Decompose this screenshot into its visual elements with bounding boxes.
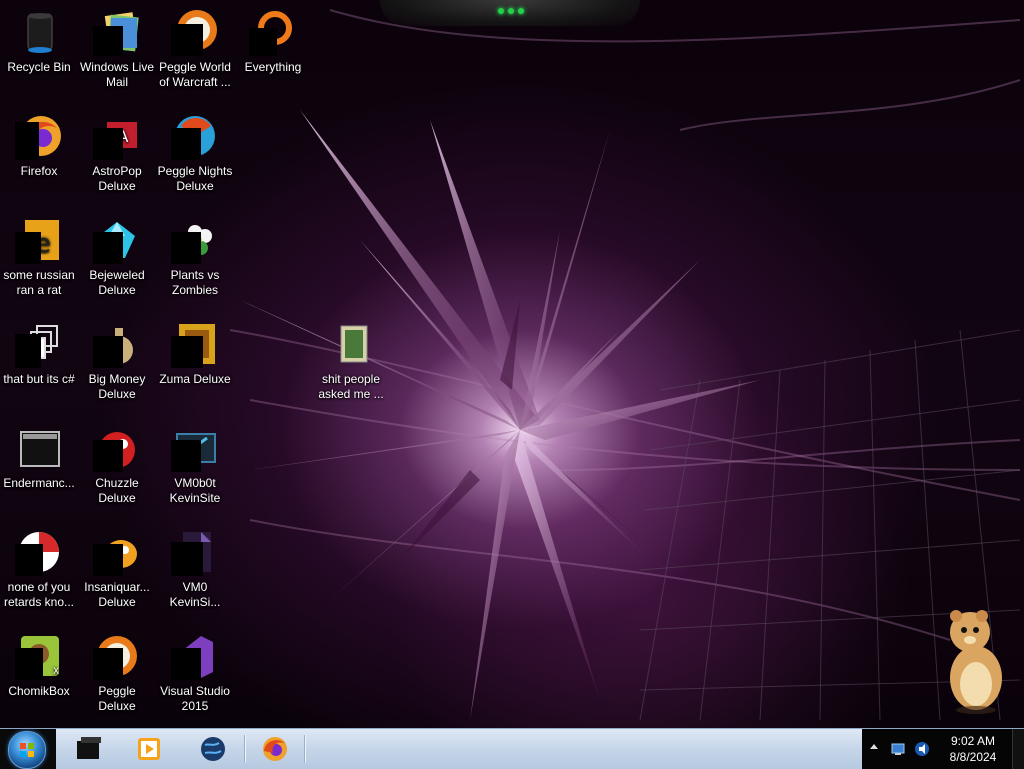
taskbar-separator	[304, 735, 306, 763]
show-desktop-button[interactable]	[1012, 729, 1024, 769]
icon-label: Windows Live Mail	[79, 60, 155, 89]
desktop-icon-endermanch[interactable]: Endermanc...	[0, 420, 78, 520]
zuma-icon	[171, 320, 219, 368]
icon-label: ChomikBox	[8, 684, 70, 698]
icon-label: Chuzzle Deluxe	[95, 476, 139, 505]
search-app-icon	[249, 8, 297, 56]
icon-label: Peggle World of Warcraft ...	[159, 60, 231, 89]
visual-studio-icon	[171, 632, 219, 680]
terminal-icon	[77, 737, 101, 759]
recycle-bin-icon	[15, 8, 63, 56]
icon-label: Peggle Nights Deluxe	[157, 164, 233, 193]
mail-icon	[93, 8, 141, 56]
show-hidden-icons-button[interactable]	[870, 744, 878, 749]
document-icon: e	[15, 216, 63, 264]
desktop-icon-big-money-deluxe[interactable]: Big Money Deluxe	[78, 316, 156, 416]
shortcut-icon	[171, 424, 219, 472]
desktop-icon-peggle-nights-deluxe[interactable]: Peggle Nights Deluxe	[156, 108, 234, 208]
icon-label: Endermanc...	[3, 476, 75, 490]
icon-label: Recycle Bin	[7, 60, 71, 74]
desktop-icon-chomikbox[interactable]: X ChomikBox	[0, 628, 78, 728]
desktop-icon-zuma-deluxe[interactable]: Zuma Deluxe	[156, 316, 234, 416]
desktop-icon-shit-people-asked-me[interactable]: shit people asked me ...	[312, 316, 390, 416]
desktop-icon-peggle-world-of-warcraft[interactable]: Peggle World of Warcraft ...	[156, 4, 234, 104]
globe-icon	[201, 737, 225, 761]
icon-label: Plants vs Zombies	[170, 268, 220, 297]
icon-label: Insaniquar... Deluxe	[84, 580, 150, 609]
taskbar-pinned-globe[interactable]	[186, 732, 240, 766]
desktop-icon-windows-live-mail[interactable]: Windows Live Mail	[78, 4, 156, 104]
desktop-icon-some-russian-ran-a-rat[interactable]: e some russian ran a rat	[0, 212, 78, 312]
icon-label: Firefox	[20, 164, 58, 178]
desktop-icon-firefox[interactable]: Firefox	[0, 108, 78, 208]
windows-logo-icon	[20, 743, 34, 757]
icon-label: Big Money Deluxe	[88, 372, 146, 401]
icon-label: shit people asked me ...	[318, 372, 384, 401]
desktop-icon-plants-vs-zombies[interactable]: Plants vs Zombies	[156, 212, 234, 312]
desktop-icon-astropop-deluxe[interactable]: A AstroPop Deluxe	[78, 108, 156, 208]
taskbar-pinned-terminal[interactable]	[62, 732, 116, 766]
icon-label: some russian ran a rat	[3, 268, 75, 297]
top-gadget-bar	[380, 0, 640, 26]
volume-icon[interactable]	[914, 741, 930, 757]
file-icon	[171, 528, 219, 576]
icon-label: that but its c#	[3, 372, 75, 386]
windows-copy-icon	[15, 320, 63, 368]
desktop-icon-peggle-deluxe[interactable]: Peggle Deluxe	[78, 628, 156, 728]
desktop-icon-everything[interactable]: Everything	[234, 4, 312, 104]
fish-icon	[93, 528, 141, 576]
console-icon	[15, 424, 63, 472]
gem-icon	[93, 216, 141, 264]
network-icon[interactable]	[890, 741, 906, 757]
system-clock[interactable]: 9:02 AM 8/8/2024	[940, 733, 1006, 765]
peggle-icon	[93, 632, 141, 680]
chuzzle-icon	[93, 424, 141, 472]
desktop-icon-recycle-bin[interactable]: Recycle Bin	[0, 4, 78, 104]
clock-time: 9:02 AM	[950, 734, 996, 748]
icon-label: none of you retards kno...	[3, 580, 75, 609]
icon-label: AstroPop Deluxe	[92, 164, 142, 193]
desktop-icon-that-but-its-csharp[interactable]: that but its c#	[0, 316, 78, 416]
taskbar-pinned-media-player[interactable]	[122, 732, 176, 766]
hamster-app-icon: X	[15, 632, 63, 680]
icon-label: VM0 KevinSi...	[169, 580, 221, 609]
taskbar: 9:02 AM 8/8/2024	[0, 728, 1024, 769]
peggle-icon	[171, 8, 219, 56]
desktop-icon-chuzzle-deluxe[interactable]: Chuzzle Deluxe	[78, 420, 156, 520]
game-icon: A	[93, 112, 141, 160]
hamster-icon	[950, 610, 1002, 714]
app-icon	[15, 528, 63, 576]
icon-label: Bejeweled Deluxe	[89, 268, 145, 297]
start-button[interactable]	[8, 731, 46, 769]
taskbar-pinned-firefox[interactable]	[248, 732, 302, 766]
desktop-icon-vm0-kevinsi[interactable]: VM0 KevinSi...	[156, 524, 234, 624]
peggle-nights-icon	[171, 112, 219, 160]
desktop-icon-vm0b0t-kevinsite[interactable]: VM0b0t KevinSite	[156, 420, 234, 520]
icon-label: Peggle Deluxe	[98, 684, 136, 713]
icon-label: Everything	[244, 60, 302, 74]
money-bag-icon	[93, 320, 141, 368]
icon-label: Zuma Deluxe	[159, 372, 231, 386]
flower-icon	[171, 216, 219, 264]
icon-label: VM0b0t KevinSite	[169, 476, 221, 505]
clock-date: 8/8/2024	[949, 750, 997, 764]
firefox-icon	[263, 737, 287, 761]
taskbar-separator	[244, 735, 246, 763]
folder-icon	[327, 320, 375, 368]
media-player-icon	[138, 738, 160, 760]
desktop-icon-bejeweled-deluxe[interactable]: Bejeweled Deluxe	[78, 212, 156, 312]
icon-label: Visual Studio 2015	[160, 684, 230, 713]
firefox-icon	[15, 112, 63, 160]
status-led	[508, 8, 514, 14]
status-led	[498, 8, 504, 14]
svg-text:X: X	[53, 667, 59, 677]
desktop-icon-insaniquarium-deluxe[interactable]: Insaniquar... Deluxe	[78, 524, 156, 624]
hamster-gadget[interactable]	[940, 606, 1010, 714]
desktop-icon-none-of-you-retards[interactable]: none of you retards kno...	[0, 524, 78, 624]
desktop-icon-visual-studio-2015[interactable]: Visual Studio 2015	[156, 628, 234, 728]
status-led	[518, 8, 524, 14]
